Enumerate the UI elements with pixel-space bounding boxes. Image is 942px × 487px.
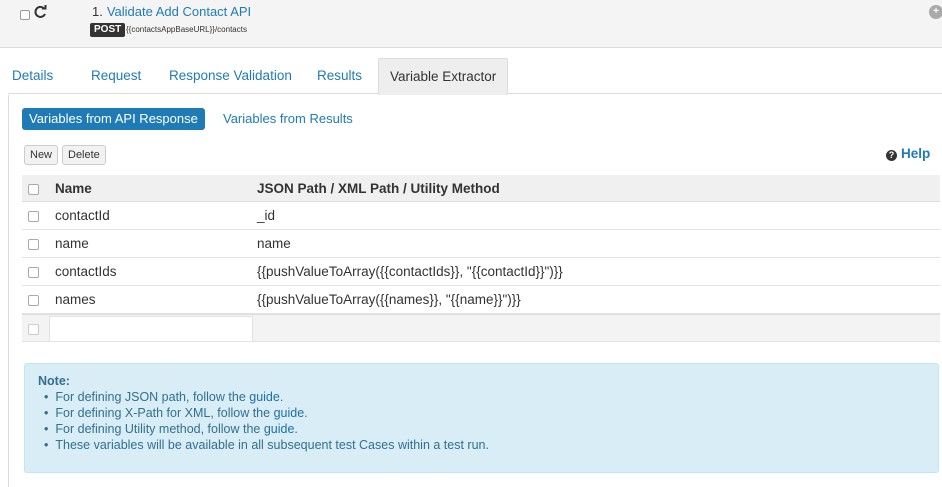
tab-results[interactable]: Results	[317, 58, 362, 94]
endpoint-url: {{contactsAppBaseURL}}/contacts	[126, 25, 247, 34]
variable-path[interactable]: _id	[257, 202, 275, 229]
tab-request[interactable]: Request	[91, 58, 141, 94]
table-row[interactable]: names {{pushValueToArray({{names}}, "{{n…	[22, 286, 940, 314]
list-item: • For defining X-Path for XML, follow the…	[44, 406, 308, 420]
row-checkbox[interactable]	[28, 295, 39, 306]
note-title: Note:	[38, 374, 70, 388]
variable-path[interactable]: {{pushValueToArray({{contactIds}}, "{{co…	[257, 258, 563, 285]
variable-path[interactable]: {{pushValueToArray({{names}}, "{{name}}"…	[257, 286, 521, 313]
table-row[interactable]: contactIds {{pushValueToArray({{contactI…	[22, 258, 940, 286]
http-method-badge: POST	[90, 23, 126, 37]
guide-link[interactable]: guide	[249, 390, 280, 404]
column-header-path: JSON Path / XML Path / Utility Method	[257, 181, 500, 196]
delete-button[interactable]: Delete	[62, 145, 106, 165]
row-checkbox[interactable]	[28, 267, 39, 278]
column-header-name: Name	[55, 181, 92, 196]
variable-path[interactable]: name	[257, 230, 291, 257]
tab-variable-extractor[interactable]: Variable Extractor	[378, 58, 509, 95]
table-header: Name JSON Path / XML Path / Utility Meth…	[22, 175, 940, 202]
list-item: • These variables will be available in al…	[44, 438, 489, 452]
tab-details[interactable]: Details	[12, 58, 53, 94]
table-row[interactable]: name name	[22, 230, 940, 258]
expand-icon[interactable]: +	[929, 5, 942, 19]
note-panel: Note: • For defining JSON path, follow th…	[24, 363, 939, 473]
note-list: • For defining JSON path, follow the guid…	[38, 389, 925, 453]
variable-name[interactable]: contactId	[55, 202, 110, 229]
subtab-variables-from-api-response[interactable]: Variables from API Response	[22, 108, 205, 130]
row-checkbox[interactable]	[28, 239, 39, 250]
tab-bar: Details Request Response Validation Resu…	[8, 58, 942, 95]
content-border	[8, 95, 9, 487]
row-checkbox[interactable]	[28, 211, 39, 222]
help-link[interactable]: ? Help	[886, 146, 930, 161]
variable-name[interactable]: names	[55, 286, 96, 313]
help-label: Help	[901, 146, 931, 161]
guide-link[interactable]: guide	[264, 422, 295, 436]
new-button[interactable]: New	[24, 145, 59, 165]
question-icon: ?	[886, 150, 897, 161]
test-case-title[interactable]: 1. Validate Add Contact API	[92, 4, 251, 19]
test-number: 1.	[92, 4, 103, 19]
list-item: • For defining Utility method, follow the…	[44, 422, 298, 436]
guide-link[interactable]: guide	[274, 406, 305, 420]
variable-name[interactable]: contactIds	[55, 258, 117, 285]
select-test-checkbox[interactable]	[20, 10, 30, 20]
variable-name[interactable]: name	[55, 230, 89, 257]
test-title-text: Validate Add Contact API	[106, 4, 252, 19]
new-variable-row[interactable]	[22, 314, 940, 342]
row-checkbox[interactable]	[28, 324, 39, 335]
test-case-header: 1. Validate Add Contact API POST {{contac…	[0, 0, 942, 48]
subtab-variables-from-results[interactable]: Variables from Results	[223, 108, 353, 130]
table-row[interactable]: contactId _id	[22, 202, 940, 230]
reload-icon[interactable]	[32, 4, 48, 20]
tab-response-validation[interactable]: Response Validation	[169, 58, 292, 94]
new-variable-name-input[interactable]	[49, 316, 253, 342]
variables-table: Name JSON Path / XML Path / Utility Meth…	[22, 175, 940, 342]
list-item: • For defining JSON path, follow the guid…	[44, 390, 284, 404]
select-all-checkbox[interactable]	[28, 184, 39, 195]
